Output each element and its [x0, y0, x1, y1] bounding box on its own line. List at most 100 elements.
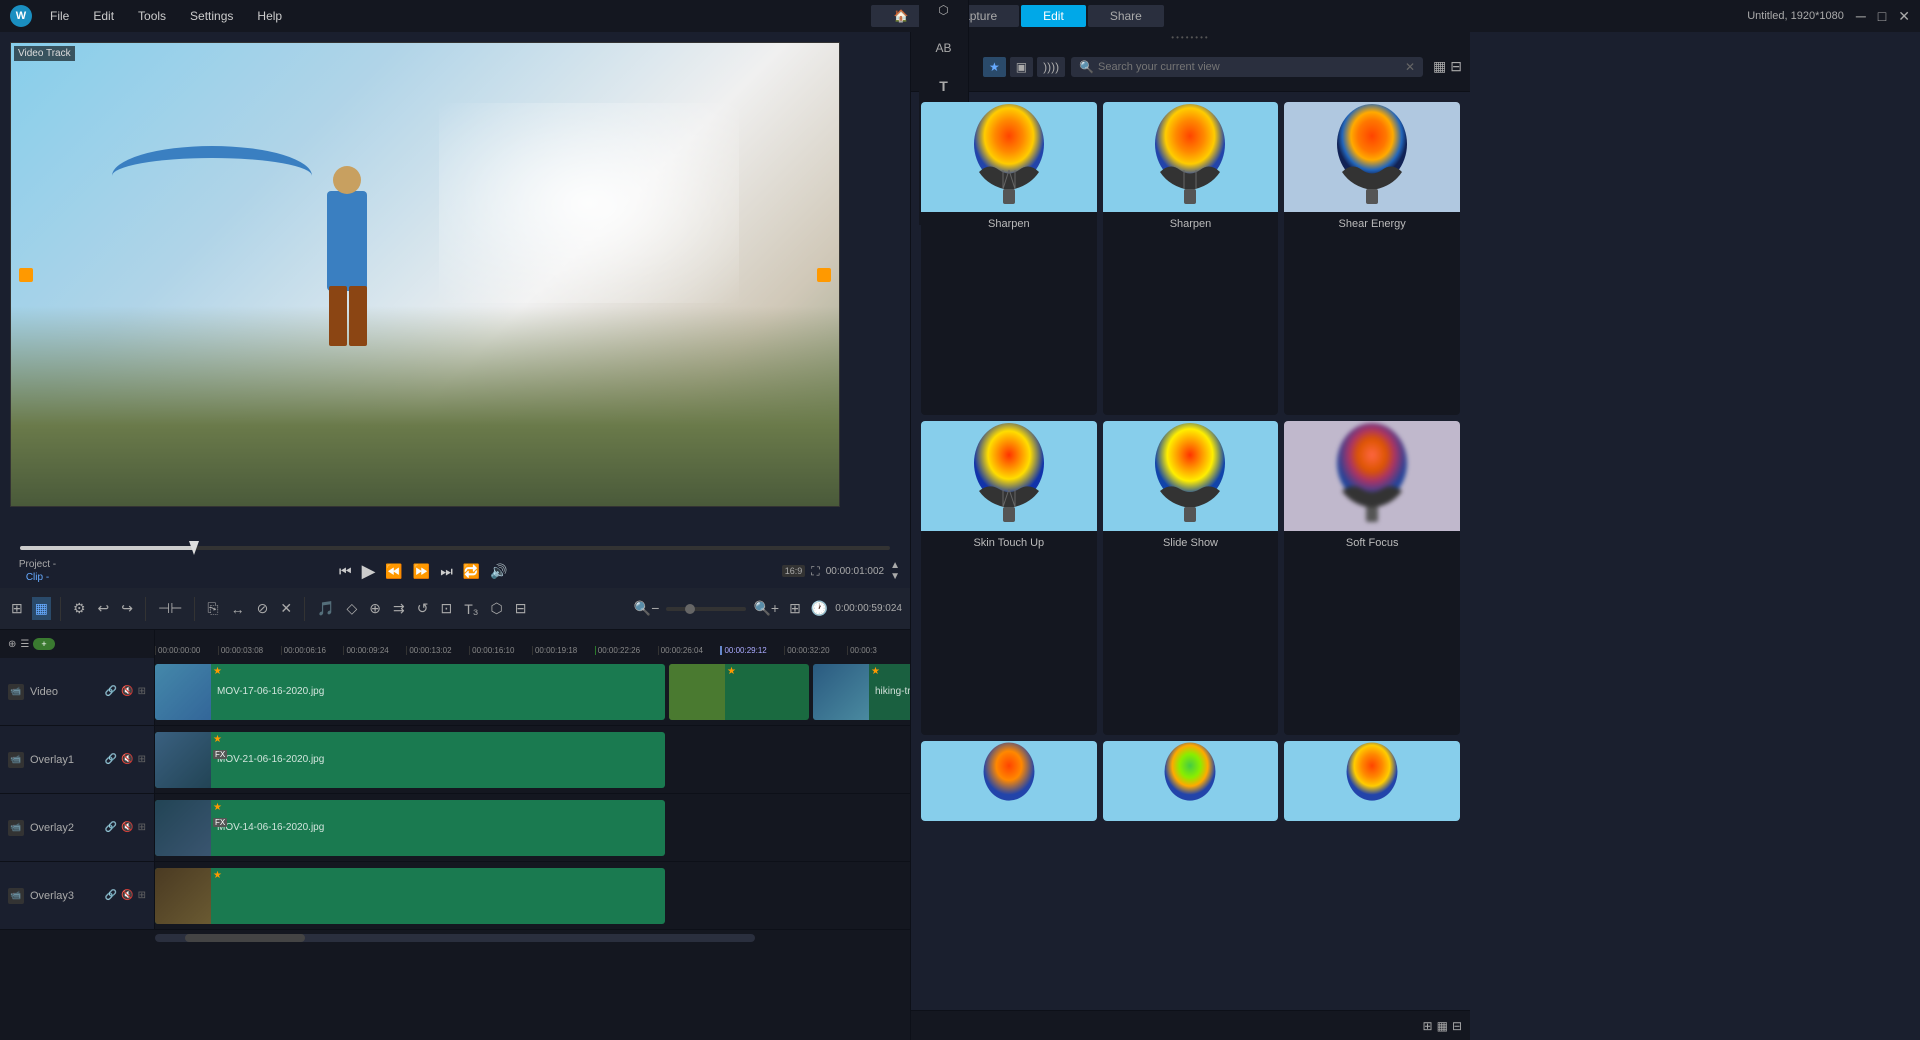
overlay2-mute-icon[interactable]: 🔇 [121, 822, 133, 833]
play-button[interactable]: ▶ [362, 561, 376, 582]
clock-button[interactable]: 🕐 [808, 597, 831, 620]
effect-row3-col3[interactable] [1284, 741, 1460, 821]
text-3d-button[interactable]: T₃ [461, 598, 481, 620]
preview-clouds [439, 103, 739, 303]
zoom-out-button[interactable]: 🔍− [631, 597, 663, 620]
video-lock-icon[interactable]: ⊞ [138, 686, 146, 697]
clip-hiking1[interactable]: ★ [669, 664, 809, 720]
grid-view-button[interactable]: ★ [983, 57, 1006, 77]
rotate-button[interactable]: ↺ [414, 597, 432, 620]
mask-button[interactable]: ⬡ [487, 597, 505, 620]
video-mode-button[interactable]: ▣ [1010, 57, 1033, 77]
split-button[interactable]: ⊘ [254, 597, 272, 620]
transition-button[interactable]: ◇ [344, 597, 361, 620]
fit-button[interactable]: ⊞ [786, 597, 804, 620]
effect-sharpen-1[interactable]: Sharpen [921, 102, 1097, 415]
clip-speed-button[interactable]: ⇉ [390, 597, 408, 620]
next-frame-button[interactable]: ⏩ [413, 563, 430, 580]
add-track-button[interactable]: ⊕ [8, 639, 16, 650]
volume-button[interactable]: 🔊 [490, 563, 507, 580]
list-view-button[interactable]: ▦ [1433, 58, 1446, 75]
audio-mode-button[interactable]: )))) [1037, 57, 1065, 77]
search-bar[interactable]: 🔍 ✕ [1071, 57, 1423, 77]
overlay3-link-icon[interactable]: 🔗 [105, 890, 117, 901]
clip-hiking2[interactable]: ★ hiking-trip-video [813, 664, 910, 720]
insert-button[interactable]: ⎘ [204, 597, 221, 620]
delete-button[interactable]: ✕ [277, 597, 295, 620]
menu-file[interactable]: File [44, 5, 75, 27]
timeline-tracks-body: 📹 Video 🔗 🔇 ⊞ 📹 Overlay1 🔗 � [0, 658, 910, 930]
redo-button[interactable]: ↪ [118, 597, 136, 620]
close-button[interactable]: ✕ [1898, 8, 1910, 25]
video-link-icon[interactable]: 🔗 [105, 686, 117, 697]
settings-view-button[interactable]: ⊟ [1450, 58, 1462, 75]
track-headers: 📹 Video 🔗 🔇 ⊞ 📹 Overlay1 🔗 � [0, 658, 155, 930]
go-to-end-button[interactable]: ⏭ [440, 563, 453, 580]
time-stepper[interactable]: ▲▼ [890, 560, 900, 582]
crop-button[interactable]: ⊟ [512, 597, 530, 620]
menu-tools[interactable]: Tools [132, 5, 172, 27]
search-input[interactable] [1098, 61, 1401, 73]
fullscreen-button[interactable]: ⛶ [811, 564, 819, 579]
audio-button[interactable]: 🎵 [314, 597, 337, 620]
minimize-button[interactable]: ─ [1856, 8, 1866, 24]
overlay1-lock-icon[interactable]: ⊞ [138, 754, 146, 765]
clip-mov17[interactable]: ★ MOV-17-06-16-2020.jpg [155, 664, 665, 720]
h-scrollbar[interactable] [155, 934, 755, 942]
menu-edit[interactable]: Edit [87, 5, 120, 27]
video-track-label: Video Track [14, 46, 75, 61]
overlay3-mute-icon[interactable]: 🔇 [121, 890, 133, 901]
left-trim-handle[interactable] [19, 268, 33, 282]
zoom-slider[interactable] [666, 607, 746, 611]
ruler-mark-1: 00:00:03:08 [218, 646, 281, 655]
video-mute-icon[interactable]: 🔇 [121, 686, 133, 697]
zoom-in-button[interactable]: 🔍+ [750, 597, 782, 620]
scale-button[interactable]: ⊡ [437, 597, 455, 620]
effect-row3-col1[interactable] [921, 741, 1097, 821]
loop-button[interactable]: 🔁 [463, 563, 480, 580]
nav-edit-button[interactable]: Edit [1021, 5, 1086, 27]
overlay3-lock-icon[interactable]: ⊞ [138, 890, 146, 901]
right-trim-handle[interactable] [817, 268, 831, 282]
track-menu-button[interactable]: ☰ [20, 639, 29, 650]
overlay1-mute-icon[interactable]: 🔇 [121, 754, 133, 765]
maximize-button[interactable]: □ [1878, 8, 1886, 24]
overlay1-link-icon[interactable]: 🔗 [105, 754, 117, 765]
effects-view-toggle-3[interactable]: ⊟ [1452, 1019, 1462, 1033]
clip-mov14[interactable]: ★ FX MOV-14-06-16-2020.jpg [155, 800, 665, 856]
nav-share-button[interactable]: Share [1088, 5, 1164, 27]
effect-skin-touch-up[interactable]: Skin Touch Up [921, 421, 1097, 734]
effect-soft-focus[interactable]: Soft Focus [1284, 421, 1460, 734]
more-button-1[interactable]: ⊕ [366, 597, 384, 620]
clear-search-button[interactable]: ✕ [1405, 60, 1415, 74]
h-scroll-thumb[interactable] [185, 934, 305, 942]
clip-mov21[interactable]: ★ FX MOV-21-06-16-2020.jpg [155, 732, 665, 788]
prev-frame-button[interactable]: ⏪ [385, 563, 402, 580]
clip-label-mov17: MOV-17-06-16-2020.jpg [211, 686, 330, 697]
menu-settings[interactable]: Settings [184, 5, 239, 27]
go-to-start-button[interactable]: ⏮ [339, 563, 352, 580]
effects-view-toggle-2[interactable]: ▦ [1437, 1019, 1448, 1033]
transition-icon-button[interactable]: ⬡ [925, 0, 963, 27]
storyboard-view-button[interactable]: ▦ [32, 597, 51, 620]
green-plus-button[interactable]: + [33, 638, 54, 650]
trim-button[interactable]: ↔ [228, 598, 248, 620]
undo-button[interactable]: ↩ [95, 597, 113, 620]
figure-leg-left [329, 286, 347, 346]
text-icon-button[interactable]: AB [925, 31, 963, 65]
preview-mountains [11, 306, 839, 506]
effect-sharpen-2[interactable]: Sharpen [1103, 102, 1279, 415]
tools-button[interactable]: ⚙ [70, 597, 89, 620]
timeline-layout-button[interactable]: ⊞ [8, 597, 26, 620]
effect-row3-col2[interactable] [1103, 741, 1279, 821]
set-in-point-button[interactable]: ⊣⊢ [155, 597, 185, 620]
effect-thumb-row3-3 [1284, 741, 1460, 821]
clip-overlay3-main[interactable]: ★ [155, 868, 665, 924]
menu-help[interactable]: Help [251, 5, 288, 27]
effect-slide-show[interactable]: Slide Show [1103, 421, 1279, 734]
overlay2-link-icon[interactable]: 🔗 [105, 822, 117, 833]
effects-view-toggle-1[interactable]: ⊞ [1423, 1019, 1433, 1033]
overlay2-lock-icon[interactable]: ⊞ [138, 822, 146, 833]
progress-bar[interactable] [20, 546, 890, 550]
effect-shear-energy[interactable]: Shear Energy [1284, 102, 1460, 415]
